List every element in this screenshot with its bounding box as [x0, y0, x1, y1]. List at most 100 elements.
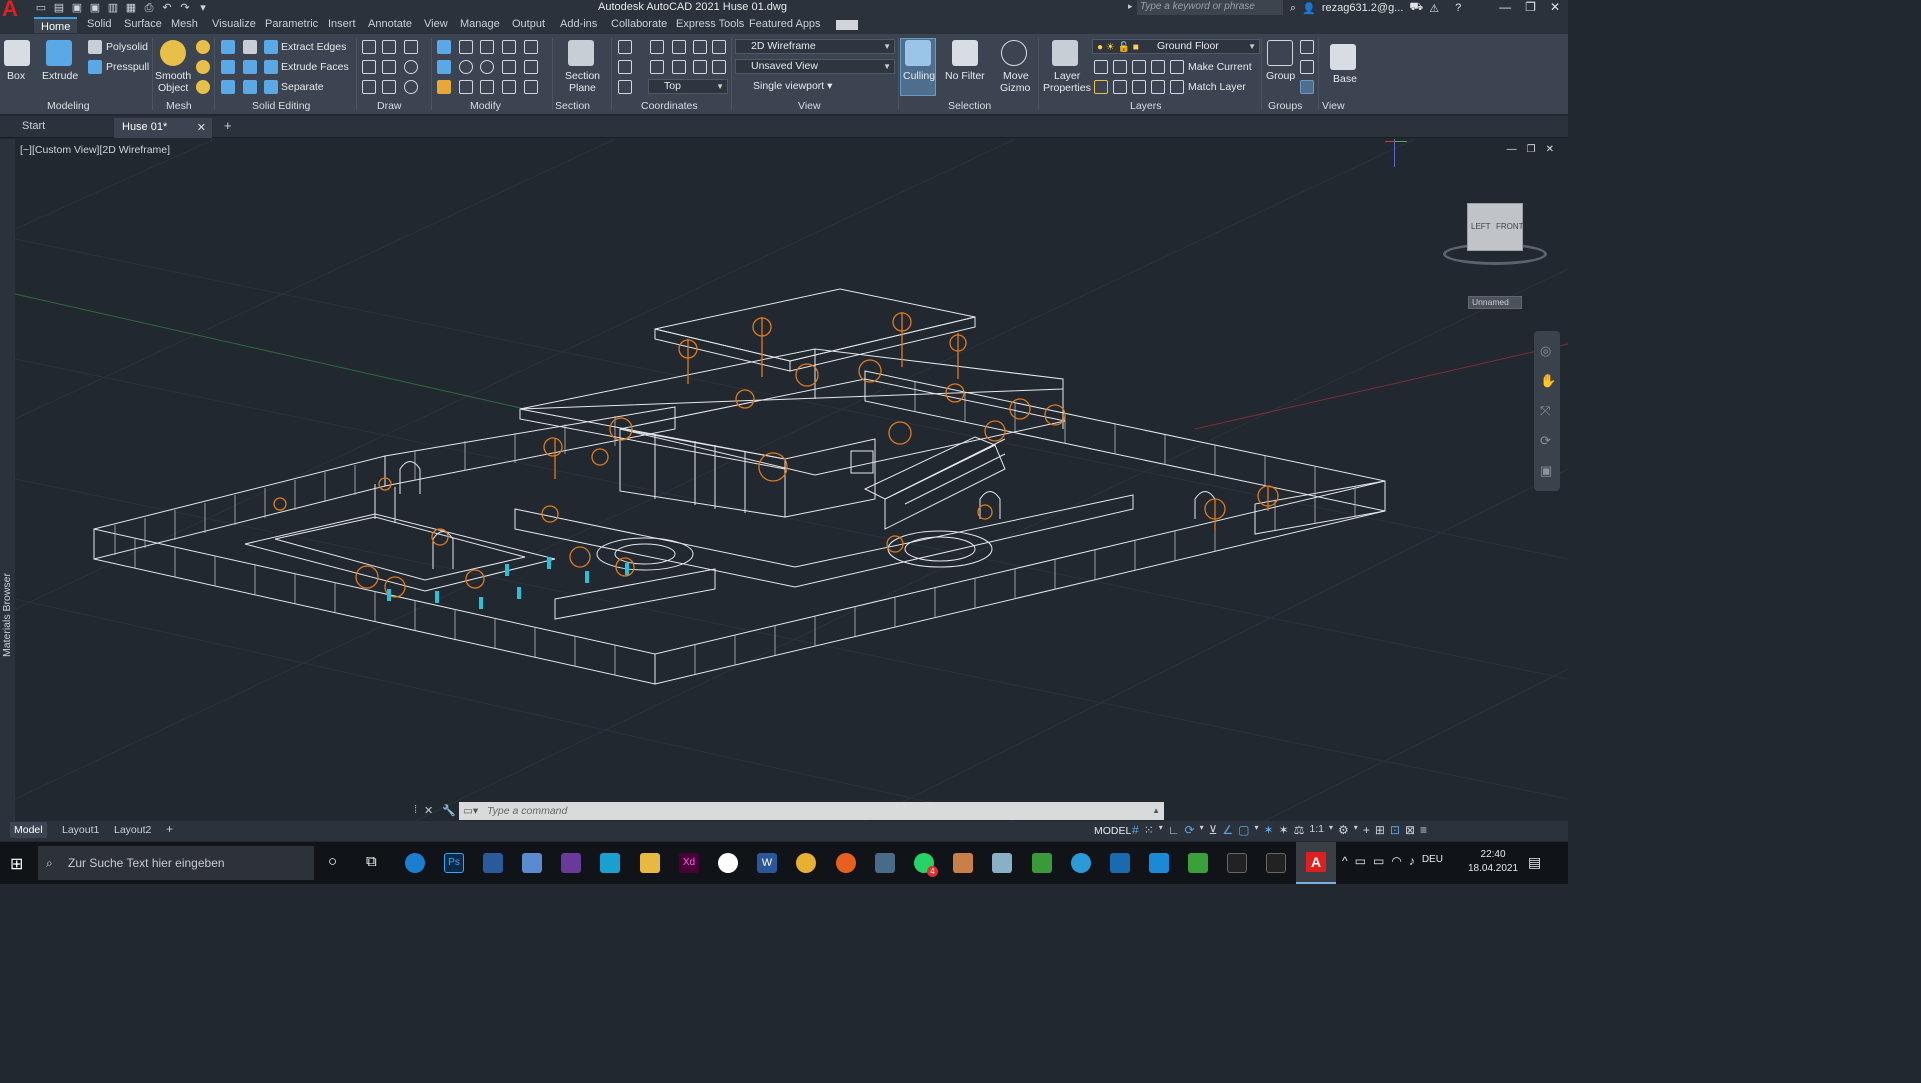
panel-section[interactable]: Section — [555, 100, 590, 112]
polyline-icon[interactable] — [382, 40, 396, 54]
extract-edges-button[interactable]: Extract Edges — [281, 41, 346, 53]
layer-tool-1-icon[interactable] — [1094, 60, 1108, 74]
extrude-button[interactable]: Extrude — [42, 70, 78, 82]
adobe-xd-icon[interactable]: Xd — [679, 853, 699, 873]
node-icon[interactable] — [1188, 853, 1208, 873]
viewcube-front-face[interactable]: FRONT — [1496, 222, 1524, 231]
zoom-extents-icon[interactable]: ⤧ — [1540, 403, 1550, 419]
layer-tool-8-icon[interactable] — [1151, 80, 1165, 94]
tab-featured-apps[interactable]: Featured Apps — [749, 18, 821, 30]
move-icon[interactable] — [480, 40, 494, 54]
panel-groups[interactable]: Groups — [1268, 100, 1302, 112]
snap-icon[interactable]: ⁙ — [1144, 823, 1154, 837]
help-icon[interactable]: ? — [1455, 2, 1461, 14]
search-icon[interactable]: ⌕ — [1290, 2, 1296, 15]
app-icon-15[interactable] — [1032, 853, 1052, 873]
interfere-icon[interactable] — [243, 40, 257, 54]
notifications-icon[interactable]: ▤ — [1528, 854, 1541, 871]
command-input[interactable]: ▭▾ Type a command ▲ — [459, 802, 1164, 820]
array-icon[interactable] — [502, 40, 516, 54]
current-layer-select[interactable]: ● ☀ 🔓 ■ Ground Floor ▼ — [1092, 39, 1260, 54]
purple-app-icon[interactable] — [561, 853, 581, 873]
ucs-object-icon[interactable] — [712, 40, 726, 54]
tab-layout1[interactable]: Layout1 — [62, 824, 99, 836]
ucs-previous-icon[interactable] — [672, 40, 686, 54]
viewcube[interactable]: LEFT FRONT — [1443, 195, 1553, 265]
ribbon-minimize-icon[interactable] — [836, 20, 858, 30]
orbit-icon[interactable]: ⟳ — [1540, 433, 1551, 449]
line-icon[interactable] — [362, 40, 376, 54]
units-icon[interactable]: ⊞ — [1375, 823, 1385, 837]
box-icon[interactable] — [4, 40, 30, 66]
model-space-button[interactable]: MODEL — [1094, 825, 1131, 837]
match-layer-icon[interactable] — [1170, 80, 1184, 94]
undo-icon[interactable]: ↶ — [160, 1, 174, 15]
panel-solid-editing[interactable]: Solid Editing — [252, 100, 310, 112]
upload-icon[interactable]: ▥ — [106, 1, 120, 15]
fillet-icon[interactable] — [437, 60, 451, 74]
vscode-icon[interactable] — [1149, 853, 1169, 873]
tab-parametric[interactable]: Parametric — [265, 18, 318, 30]
layer-tool-3-icon[interactable] — [1132, 60, 1146, 74]
subtract-icon[interactable] — [221, 60, 235, 74]
viewport-minimize-icon[interactable]: — — [1507, 144, 1517, 155]
ucs-z-icon[interactable] — [712, 60, 726, 74]
autodesk-app-icon[interactable]: ⚠ — [1429, 2, 1439, 15]
model-viewport[interactable]: [−][Custom View][2D Wireframe] — ❐ ✕ LEF… — [15, 139, 1568, 821]
cyan-app-icon[interactable] — [600, 853, 620, 873]
trim-icon[interactable] — [524, 40, 538, 54]
workspace-dropdown-icon[interactable]: ▾ — [1354, 823, 1358, 837]
saved-view-select[interactable]: Unsaved View ▼ — [735, 59, 895, 74]
mesh-tool-1-icon[interactable] — [196, 40, 210, 54]
ellipse-icon[interactable] — [404, 80, 418, 94]
panel-layers[interactable]: Layers — [1130, 100, 1162, 112]
task-view-icon[interactable]: ⧉ — [366, 853, 377, 870]
annotation-scale-icon[interactable]: ⚖ — [1294, 823, 1305, 837]
edge-icon[interactable] — [405, 853, 425, 873]
new-layout-icon[interactable]: + — [166, 822, 173, 836]
calculator-icon[interactable] — [875, 853, 895, 873]
group-edit-icon[interactable] — [1300, 60, 1314, 74]
tray-overflow-icon[interactable]: ^ — [1342, 854, 1348, 868]
osnap-dropdown-icon[interactable]: ▾ — [1255, 823, 1259, 837]
help-search-input[interactable]: Type a keyword or phrase — [1137, 0, 1283, 15]
cart-icon[interactable]: ⛟ — [1409, 1, 1423, 15]
tab-solid[interactable]: Solid — [87, 18, 111, 30]
single-viewport-button[interactable]: Single viewport ▾ — [738, 80, 832, 92]
ucs-x-icon[interactable] — [672, 60, 686, 74]
extrude-faces-button[interactable]: Extrude Faces — [281, 61, 349, 73]
panel-modify[interactable]: Modify — [470, 100, 501, 112]
web-mobile-icon[interactable]: ▦ — [124, 1, 138, 15]
command-grip-icon[interactable]: ⁞ — [414, 804, 417, 816]
align-icon[interactable] — [459, 60, 473, 74]
polysolid-icon[interactable] — [88, 40, 102, 54]
cortana-icon[interactable]: ○ — [328, 853, 337, 870]
mesh-tool-2-icon[interactable] — [196, 60, 210, 74]
explode-icon[interactable] — [524, 80, 538, 94]
tab-surface[interactable]: Surface — [124, 18, 162, 30]
plot-icon[interactable]: ⎙ — [142, 1, 156, 15]
ortho-icon[interactable]: ∟ — [1168, 823, 1180, 837]
image-app-icon[interactable] — [953, 853, 973, 873]
viewport-close-icon[interactable]: ✕ — [1546, 144, 1554, 155]
user-icon[interactable]: 👤 — [1302, 2, 1316, 15]
group-button[interactable]: Group — [1266, 70, 1295, 82]
view-direction-select[interactable]: Top ▼ — [648, 79, 728, 94]
object-snap-icon[interactable]: ▢ — [1238, 823, 1249, 837]
app-icon-17[interactable] — [1110, 853, 1130, 873]
volume-icon[interactable]: ♪ — [1409, 854, 1415, 868]
save-as-icon[interactable]: ▣ — [88, 1, 102, 15]
make-current-button[interactable]: Make Current — [1188, 61, 1252, 73]
move-gizmo-label-2[interactable]: Gizmo — [1000, 82, 1030, 94]
tab-mesh[interactable]: Mesh — [171, 18, 198, 30]
section-plane-icon[interactable] — [568, 40, 594, 66]
autocad-taskbar-button[interactable]: A — [1296, 842, 1336, 884]
auto-scale-icon[interactable]: ✶ — [1279, 823, 1289, 837]
tab-annotate[interactable]: Annotate — [368, 18, 412, 30]
tab-insert[interactable]: Insert — [328, 18, 356, 30]
smooth-object-label-1[interactable]: Smooth — [155, 70, 191, 82]
make-current-icon[interactable] — [1170, 60, 1184, 74]
pan-icon[interactable]: ✋ — [1540, 373, 1556, 389]
rotate-3d-icon[interactable] — [459, 40, 473, 54]
ucs-icon[interactable] — [618, 40, 632, 54]
